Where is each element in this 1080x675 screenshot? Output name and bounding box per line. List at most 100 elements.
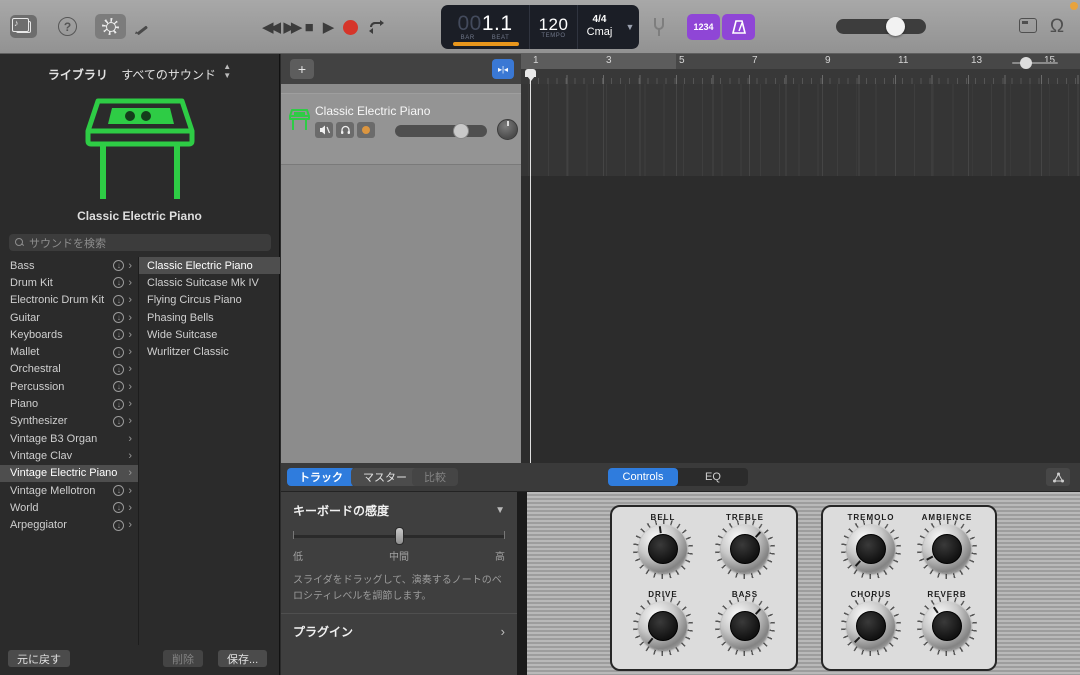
drive-knob[interactable] [639,602,687,650]
master-volume-knob[interactable] [886,17,905,36]
tab-controls[interactable]: Controls [608,468,678,486]
pencil-icon[interactable] [131,17,151,37]
bass-knob[interactable] [721,602,769,650]
download-icon[interactable]: ↓ [113,329,124,340]
add-track-button[interactable]: + [290,59,314,79]
category-row[interactable]: Vintage Electric Piano› [0,465,138,482]
rewind-button[interactable]: ◀◀ [262,20,274,35]
timeline-ruler[interactable]: 13579111315 [521,54,1080,84]
download-icon[interactable]: ↓ [113,260,124,271]
category-row[interactable]: Mallet↓› [0,343,138,360]
track-lane[interactable] [521,84,1080,176]
ruler-numbers: 13579111315 [521,54,1080,69]
help-icon[interactable]: ? [58,17,77,36]
catch-playhead-button[interactable]: ▸|◂ [492,59,514,79]
ambience-knob[interactable] [923,525,971,573]
patch-row[interactable]: Phasing Bells [139,309,280,326]
sound-search-input[interactable]: サウンドを検索 [9,234,271,251]
download-icon[interactable]: ↓ [113,502,124,513]
bell-knob[interactable] [639,525,687,573]
mute-button[interactable] [315,122,333,138]
category-row[interactable]: World↓› [0,499,138,516]
horizontal-zoom-slider[interactable] [1012,62,1058,64]
category-label: Keyboards [10,329,113,341]
filter-stepper-icon[interactable]: ▲▼ [223,62,231,80]
library-filter-select[interactable]: すべてのサウンド [121,68,216,82]
quick-help-icon[interactable]: Ω [1045,14,1069,40]
pan-knob[interactable] [497,119,518,140]
lcd-key-signature[interactable]: 4/4 Cmaj [577,5,621,49]
tab-master[interactable]: マスター [351,468,419,486]
category-row[interactable]: Vintage Clav› [0,447,138,464]
controls-layout-icon[interactable] [1046,468,1070,486]
download-icon[interactable]: ↓ [113,364,124,375]
category-row[interactable]: Electronic Drum Kit↓› [0,292,138,309]
library-toggle-button[interactable] [10,15,37,38]
category-label: World [10,502,113,514]
cycle-button[interactable] [367,20,386,34]
download-icon[interactable]: ↓ [113,485,124,496]
tab-track[interactable]: トラック [287,468,355,486]
tuner-button[interactable] [95,14,126,39]
category-row[interactable]: Drum Kit↓› [0,274,138,291]
count-in-button[interactable]: 1234 [687,14,720,40]
lcd-tempo[interactable]: 120 TEMPO [529,5,577,49]
category-row[interactable]: Arpeggiator↓› [0,516,138,533]
category-row[interactable]: Guitar↓› [0,309,138,326]
plugins-row[interactable]: プラグイン › [293,623,505,640]
download-icon[interactable]: ↓ [113,312,124,323]
sensitivity-slider[interactable] [293,535,505,538]
category-row[interactable]: Synthesizer↓› [0,413,138,430]
download-icon[interactable]: ↓ [113,520,124,531]
category-row[interactable]: Bass↓› [0,257,138,274]
category-row[interactable]: Piano↓› [0,395,138,412]
patch-row[interactable]: Wurlitzer Classic [139,343,280,360]
play-button[interactable]: ▶ [323,20,335,35]
lcd-display[interactable]: 001.1 BARBEAT 120 TEMPO 4/4 Cmaj ▼ [441,5,639,49]
patch-row[interactable]: Flying Circus Piano [139,292,280,309]
track-header[interactable]: Classic Electric Piano [281,93,521,165]
lcd-chevron-down-icon[interactable]: ▼ [621,5,639,49]
display-icon[interactable] [1019,18,1037,33]
download-icon[interactable]: ↓ [113,347,124,358]
stop-button[interactable]: ■ [305,20,314,35]
download-icon[interactable]: ↓ [113,295,124,306]
category-row[interactable]: Vintage Mellotron↓› [0,482,138,499]
record-button[interactable] [343,20,358,35]
category-row[interactable]: Percussion↓› [0,378,138,395]
category-row[interactable]: Orchestral↓› [0,361,138,378]
input-monitor-button[interactable] [357,122,375,138]
treble-knob[interactable] [721,525,769,573]
download-icon[interactable]: ↓ [113,399,124,410]
revert-button[interactable]: 元に戻す [8,650,70,667]
patch-row[interactable]: Wide Suitcase [139,326,280,343]
metronome-button[interactable] [722,14,755,40]
category-row[interactable]: Vintage B3 Organ› [0,430,138,447]
tab-eq[interactable]: EQ [678,468,748,486]
chorus-knob[interactable] [847,602,895,650]
save-button[interactable]: 保存... [218,650,267,667]
fast-forward-button[interactable]: ▶▶ [283,20,295,35]
download-icon[interactable]: ↓ [113,277,124,288]
delete-button[interactable]: 削除 [163,650,203,667]
playhead-pin[interactable] [525,69,536,82]
zoom-knob[interactable] [1020,57,1032,69]
category-row[interactable]: Keyboards↓› [0,326,138,343]
patch-row[interactable]: Classic Electric Piano [139,257,280,274]
tremolo-knob[interactable] [847,525,895,573]
patch-row[interactable]: Classic Suitcase Mk IV [139,274,280,291]
reverb-knob[interactable] [923,602,971,650]
download-icon[interactable]: ↓ [113,416,124,427]
collapse-chevron-icon[interactable]: ▼ [495,505,505,516]
track-volume-slider[interactable] [395,125,487,137]
playhead-line[interactable] [530,69,531,463]
track-name[interactable]: Classic Electric Piano [315,104,430,118]
track-volume-knob[interactable] [453,123,469,139]
sensitivity-knob[interactable] [395,527,404,545]
download-icon[interactable]: ↓ [113,381,124,392]
empty-lane-area[interactable] [521,176,1080,463]
tuning-fork-icon[interactable] [650,16,668,38]
master-volume-slider[interactable] [836,19,926,34]
solo-button[interactable] [336,122,354,138]
compare-button[interactable]: 比較 [412,468,458,486]
